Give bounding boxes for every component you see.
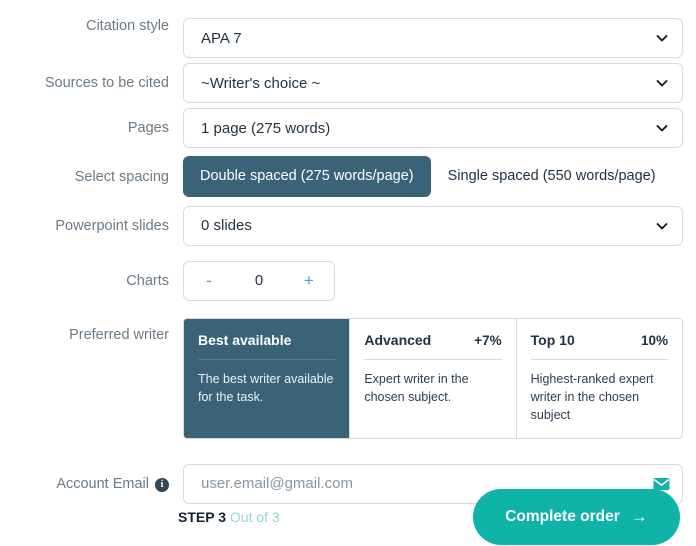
writer-card-description: Highest-ranked expert writer in the chos… xyxy=(530,371,654,422)
writer-card-title: Advanced xyxy=(364,331,432,348)
row-pages: Pages 1 page (275 words) xyxy=(0,108,696,148)
label-pages: Pages xyxy=(127,120,169,136)
spacing-option-double[interactable]: Double spaced (275 words/page) xyxy=(183,156,431,197)
chevron-down-icon xyxy=(656,32,668,44)
citation-style-value: APA 7 xyxy=(201,29,242,47)
label-preferred-writer: Preferred writer xyxy=(69,326,169,343)
spacing-toggle-group: Double spaced (275 words/page) Single sp… xyxy=(183,156,683,197)
sources-select[interactable]: ~Writer's choice ~ xyxy=(183,63,683,103)
writer-card-description: The best writer available for the task. xyxy=(198,371,334,404)
writer-card-best-available[interactable]: Best available The best writer available… xyxy=(184,318,350,438)
writer-card-title: Best available xyxy=(198,331,292,348)
row-powerpoint-slides: Powerpoint slides 0 slides xyxy=(0,205,696,246)
form-footer: STEP 3 Out of 3 Complete order → xyxy=(0,487,696,546)
label-charts: Charts xyxy=(126,272,169,289)
row-citation-style: Citation style APA 7 xyxy=(0,18,696,58)
preferred-writer-group: Best available The best writer available… xyxy=(183,317,683,439)
writer-card-title: Top 10 xyxy=(530,331,575,348)
writer-card-price: 10% xyxy=(640,332,668,348)
charts-stepper: - 0 + xyxy=(183,260,335,301)
chevron-down-icon xyxy=(656,220,668,232)
divider xyxy=(198,358,336,360)
citation-style-select[interactable]: APA 7 xyxy=(183,18,683,58)
complete-order-button[interactable]: Complete order → xyxy=(473,488,680,545)
chevron-down-icon xyxy=(656,122,668,134)
powerpoint-slides-value: 0 slides xyxy=(201,217,252,234)
label-powerpoint-slides: Powerpoint slides xyxy=(55,217,169,234)
charts-value[interactable]: 0 xyxy=(216,272,302,289)
label-sources-to-be-cited: Sources to be cited xyxy=(44,75,169,91)
writer-card-price: +7% xyxy=(474,332,502,348)
charts-increment-button[interactable]: + xyxy=(302,272,316,289)
row-select-spacing: Select spacing Double spaced (275 words/… xyxy=(0,156,696,197)
pages-select[interactable]: 1 page (275 words) xyxy=(183,108,683,148)
charts-decrement-button[interactable]: - xyxy=(202,272,216,289)
order-options-form: Citation style APA 7 Sources to be cited… xyxy=(0,0,696,504)
step-total: Out of 3 xyxy=(229,508,280,525)
divider xyxy=(530,358,668,360)
spacing-option-single[interactable]: Single spaced (550 words/page) xyxy=(431,156,673,197)
arrow-right-icon: → xyxy=(630,507,648,526)
step-indicator: STEP 3 Out of 3 xyxy=(178,509,280,525)
writer-card-description: Expert writer in the chosen subject. xyxy=(364,371,469,404)
divider xyxy=(364,358,502,360)
row-sources-to-be-cited: Sources to be cited ~Writer's choice ~ xyxy=(0,63,696,103)
step-current: STEP 3 xyxy=(178,508,226,525)
complete-order-label: Complete order xyxy=(505,507,620,525)
powerpoint-slides-select[interactable]: 0 slides xyxy=(183,205,683,246)
label-select-spacing: Select spacing xyxy=(74,169,169,185)
pages-value: 1 page (275 words) xyxy=(201,119,331,137)
row-charts: Charts - 0 + xyxy=(0,260,696,301)
row-preferred-writer: Preferred writer Best available The best… xyxy=(0,317,696,439)
writer-card-top-10[interactable]: Top 10 10% Highest-ranked expert writer … xyxy=(515,318,682,438)
writer-card-advanced[interactable]: Advanced +7% Expert writer in the chosen… xyxy=(349,318,515,438)
label-citation-style: Citation style xyxy=(85,18,169,34)
chevron-down-icon xyxy=(656,77,668,89)
sources-value: ~Writer's choice ~ xyxy=(201,74,321,92)
